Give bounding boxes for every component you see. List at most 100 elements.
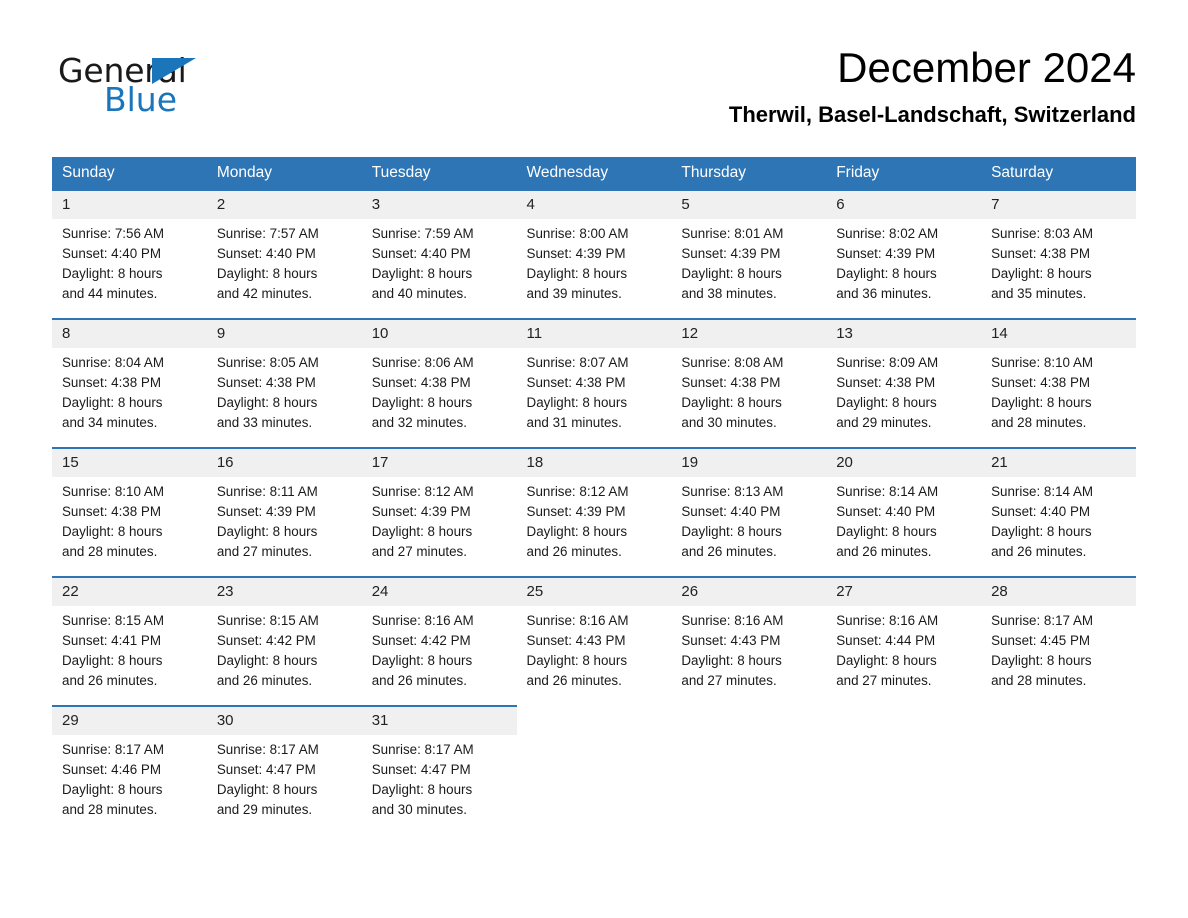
day-number[interactable]: 19: [671, 446, 827, 477]
day-number[interactable]: 30: [206, 704, 362, 735]
week-2-daynumbers: 8 9 10 11 12 13 14: [52, 317, 1136, 348]
weekday-header-wednesday: Wednesday: [516, 157, 672, 191]
day-number[interactable]: 27: [826, 575, 982, 606]
sunset-text: Sunset: 4:39 PM: [216, 503, 316, 519]
daylight-text-line2: and 30 minutes.: [371, 802, 467, 818]
sunset-text: Sunset: 4:38 PM: [371, 374, 471, 390]
sunrise-text: Sunrise: 8:08 AM: [681, 354, 784, 370]
day-number[interactable]: 15: [52, 446, 207, 477]
day-cell[interactable]: Sunrise: 7:59 AM Sunset: 4:40 PM Dayligh…: [361, 218, 517, 319]
day-cell[interactable]: Sunrise: 8:17 AM Sunset: 4:46 PM Dayligh…: [52, 734, 207, 834]
day-cell[interactable]: Sunrise: 8:14 AM Sunset: 4:40 PM Dayligh…: [981, 476, 1136, 577]
day-number[interactable]: 31: [361, 704, 517, 735]
daylight-text-line2: and 39 minutes.: [526, 286, 622, 302]
daylight-text-line1: Daylight: 8 hours: [836, 524, 937, 540]
sunrise-text: Sunrise: 8:12 AM: [371, 483, 474, 499]
day-cell[interactable]: Sunrise: 8:16 AM Sunset: 4:42 PM Dayligh…: [361, 605, 517, 706]
daylight-text-line2: and 28 minutes.: [991, 415, 1087, 431]
day-number[interactable]: 12: [671, 317, 827, 348]
day-number[interactable]: 1: [52, 190, 207, 219]
day-cell[interactable]: Sunrise: 8:16 AM Sunset: 4:44 PM Dayligh…: [826, 605, 982, 706]
day-number-empty: [826, 704, 982, 735]
sunrise-text: Sunrise: 8:16 AM: [371, 612, 474, 628]
day-cell[interactable]: Sunrise: 8:05 AM Sunset: 4:38 PM Dayligh…: [206, 347, 362, 448]
day-number[interactable]: 23: [206, 575, 362, 606]
sunset-text: Sunset: 4:38 PM: [991, 374, 1091, 390]
day-cell[interactable]: Sunrise: 8:02 AM Sunset: 4:39 PM Dayligh…: [826, 218, 982, 319]
day-number[interactable]: 8: [52, 317, 207, 348]
day-number[interactable]: 6: [826, 190, 982, 219]
day-number[interactable]: 21: [981, 446, 1136, 477]
day-number[interactable]: 7: [981, 190, 1136, 219]
daylight-text-line1: Daylight: 8 hours: [681, 266, 782, 282]
day-number[interactable]: 11: [516, 317, 672, 348]
day-cell[interactable]: Sunrise: 8:09 AM Sunset: 4:38 PM Dayligh…: [826, 347, 982, 448]
day-cell[interactable]: Sunrise: 8:17 AM Sunset: 4:47 PM Dayligh…: [206, 734, 362, 834]
sunrise-text: Sunrise: 8:15 AM: [216, 612, 319, 628]
day-cell[interactable]: Sunrise: 8:12 AM Sunset: 4:39 PM Dayligh…: [516, 476, 672, 577]
day-cell[interactable]: Sunrise: 8:16 AM Sunset: 4:43 PM Dayligh…: [671, 605, 827, 706]
day-number[interactable]: 29: [52, 704, 207, 735]
day-cell[interactable]: Sunrise: 7:57 AM Sunset: 4:40 PM Dayligh…: [206, 218, 362, 319]
general-blue-logo[interactable]: General Blue: [58, 54, 288, 120]
daylight-text-line1: Daylight: 8 hours: [216, 266, 318, 282]
day-cell[interactable]: Sunrise: 8:07 AM Sunset: 4:38 PM Dayligh…: [516, 347, 672, 448]
daylight-text-line2: and 27 minutes.: [371, 544, 467, 560]
sunrise-text: Sunrise: 8:00 AM: [526, 225, 629, 241]
sunrise-text: Sunrise: 8:17 AM: [371, 741, 474, 757]
day-number[interactable]: 24: [361, 575, 517, 606]
day-cell-empty: [826, 734, 982, 834]
day-cell[interactable]: Sunrise: 8:13 AM Sunset: 4:40 PM Dayligh…: [671, 476, 827, 577]
day-number[interactable]: 26: [671, 575, 827, 606]
day-cell[interactable]: Sunrise: 8:00 AM Sunset: 4:39 PM Dayligh…: [516, 218, 672, 319]
weekday-header-thursday: Thursday: [671, 157, 827, 191]
day-cell[interactable]: Sunrise: 8:15 AM Sunset: 4:42 PM Dayligh…: [206, 605, 362, 706]
day-number[interactable]: 10: [361, 317, 517, 348]
day-cell[interactable]: Sunrise: 8:17 AM Sunset: 4:45 PM Dayligh…: [981, 605, 1136, 706]
day-number[interactable]: 5: [671, 190, 827, 219]
day-cell[interactable]: Sunrise: 8:11 AM Sunset: 4:39 PM Dayligh…: [206, 476, 362, 577]
day-number[interactable]: 16: [206, 446, 362, 477]
day-number[interactable]: 22: [52, 575, 207, 606]
day-cell[interactable]: Sunrise: 8:10 AM Sunset: 4:38 PM Dayligh…: [981, 347, 1136, 448]
daylight-text-line1: Daylight: 8 hours: [836, 653, 937, 669]
day-number[interactable]: 25: [516, 575, 672, 606]
day-number[interactable]: 4: [516, 190, 672, 219]
weekday-header-saturday: Saturday: [981, 157, 1136, 191]
day-cell[interactable]: Sunrise: 8:10 AM Sunset: 4:38 PM Dayligh…: [52, 476, 207, 577]
sunset-text: Sunset: 4:38 PM: [526, 374, 626, 390]
daylight-text-line2: and 29 minutes.: [836, 415, 932, 431]
day-cell[interactable]: Sunrise: 8:15 AM Sunset: 4:41 PM Dayligh…: [52, 605, 207, 706]
day-number[interactable]: 28: [981, 575, 1136, 606]
daylight-text-line2: and 27 minutes.: [681, 673, 777, 689]
day-number[interactable]: 18: [516, 446, 672, 477]
weekday-header-sunday: Sunday: [52, 157, 207, 191]
day-cell[interactable]: Sunrise: 8:04 AM Sunset: 4:38 PM Dayligh…: [52, 347, 207, 448]
day-cell[interactable]: Sunrise: 8:17 AM Sunset: 4:47 PM Dayligh…: [361, 734, 517, 834]
day-cell[interactable]: Sunrise: 8:06 AM Sunset: 4:38 PM Dayligh…: [361, 347, 517, 448]
daylight-text-line2: and 32 minutes.: [371, 415, 467, 431]
sunrise-text: Sunrise: 7:56 AM: [62, 225, 164, 241]
day-cell[interactable]: Sunrise: 8:01 AM Sunset: 4:39 PM Dayligh…: [671, 218, 827, 319]
sunset-text: Sunset: 4:42 PM: [216, 632, 316, 648]
day-number[interactable]: 3: [361, 190, 517, 219]
day-cell[interactable]: Sunrise: 8:08 AM Sunset: 4:38 PM Dayligh…: [671, 347, 827, 448]
sunset-text: Sunset: 4:38 PM: [62, 503, 161, 519]
day-number[interactable]: 2: [206, 190, 362, 219]
sunrise-text: Sunrise: 8:10 AM: [991, 354, 1094, 370]
day-number[interactable]: 9: [206, 317, 362, 348]
day-number[interactable]: 20: [826, 446, 982, 477]
sunrise-text: Sunrise: 8:11 AM: [216, 483, 318, 499]
day-number[interactable]: 14: [981, 317, 1136, 348]
daylight-text-line1: Daylight: 8 hours: [526, 395, 628, 411]
day-number[interactable]: 17: [361, 446, 517, 477]
day-cell[interactable]: Sunrise: 8:03 AM Sunset: 4:38 PM Dayligh…: [981, 218, 1136, 319]
day-cell[interactable]: Sunrise: 8:16 AM Sunset: 4:43 PM Dayligh…: [516, 605, 672, 706]
sunset-text: Sunset: 4:43 PM: [681, 632, 781, 648]
day-cell[interactable]: Sunrise: 8:12 AM Sunset: 4:39 PM Dayligh…: [361, 476, 517, 577]
week-1-daynumbers: 1 2 3 4 5 6 7: [52, 190, 1136, 219]
day-cell[interactable]: Sunrise: 7:56 AM Sunset: 4:40 PM Dayligh…: [52, 218, 207, 319]
day-cell[interactable]: Sunrise: 8:14 AM Sunset: 4:40 PM Dayligh…: [826, 476, 982, 577]
daylight-text-line2: and 35 minutes.: [991, 286, 1087, 302]
day-number[interactable]: 13: [826, 317, 982, 348]
